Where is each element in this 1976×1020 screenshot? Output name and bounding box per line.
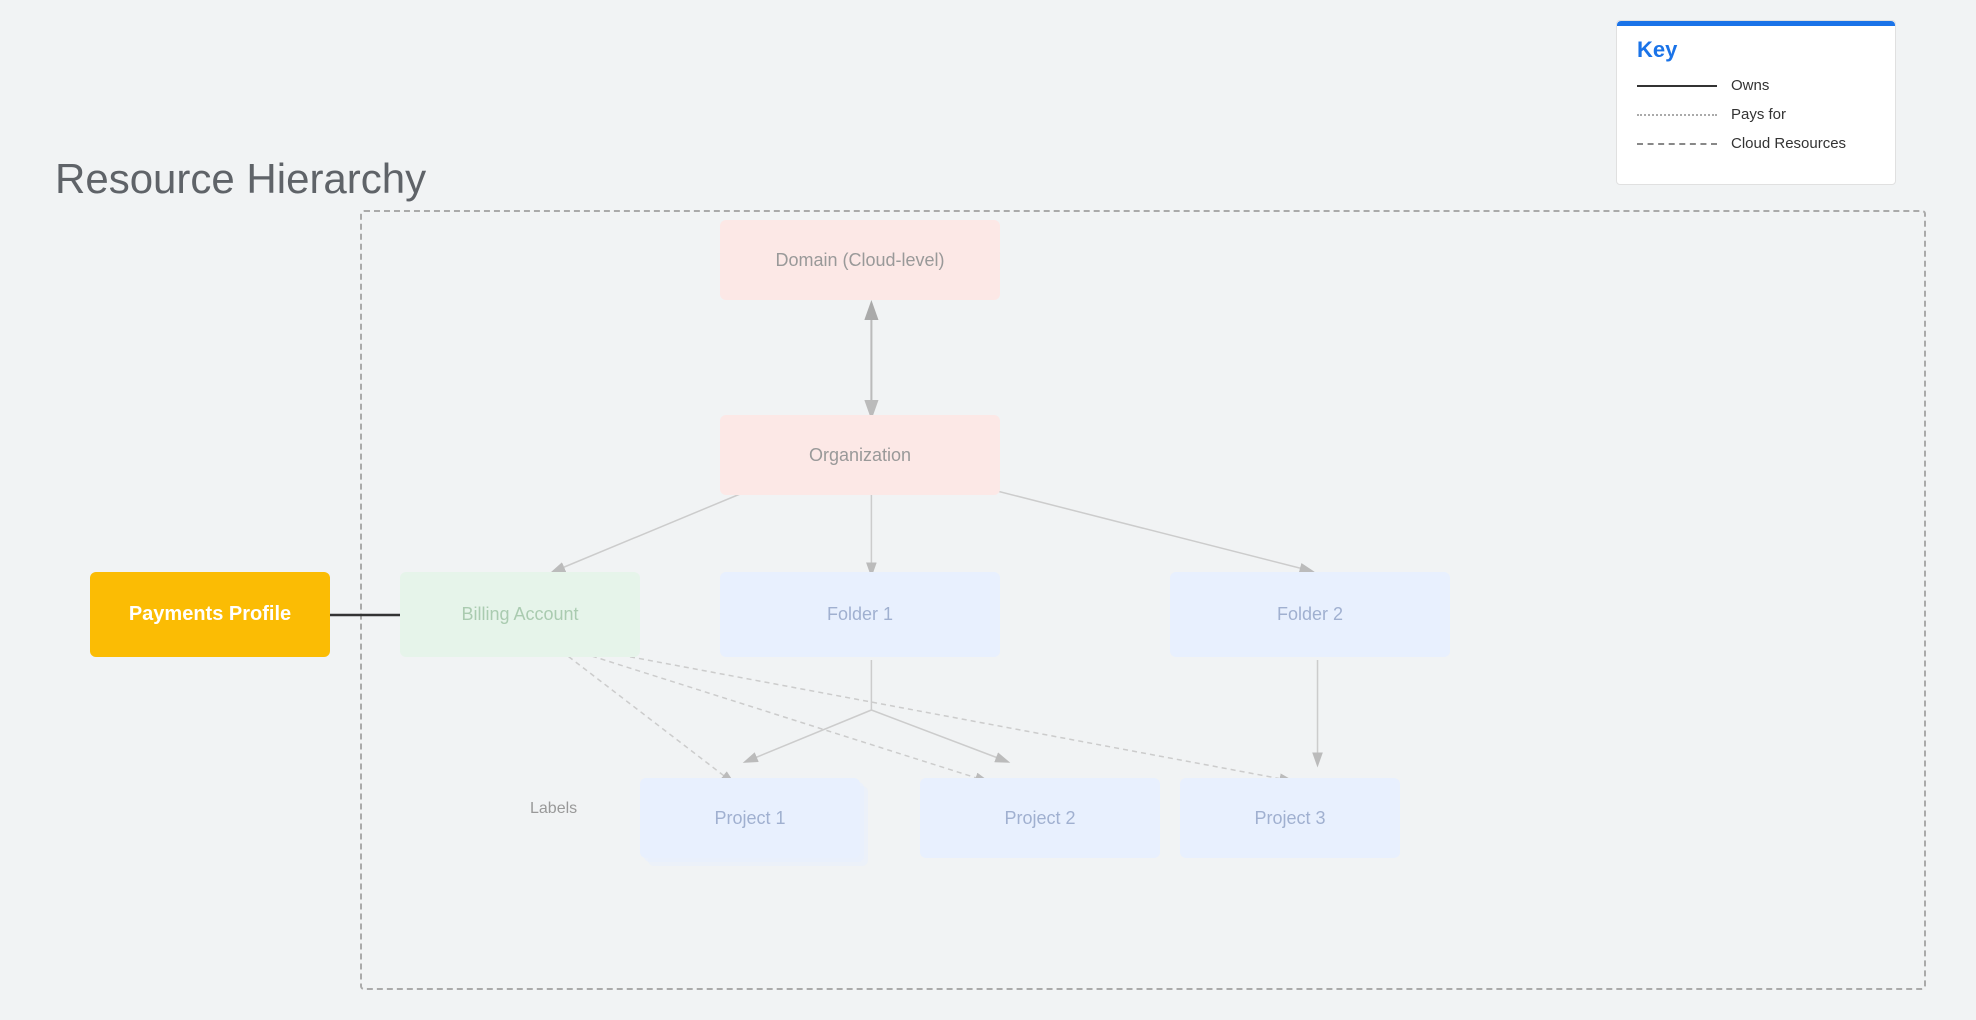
- node-folder1: Folder 1: [720, 572, 1000, 657]
- node-payments-profile: Payments Profile: [90, 572, 330, 657]
- legend-item-pays: Pays for: [1637, 106, 1875, 123]
- node-project2: Project 2: [920, 778, 1160, 858]
- node-project1: Project 1: [640, 778, 860, 858]
- page-title: Resource Hierarchy: [55, 155, 426, 203]
- legend-top-bar: [1617, 21, 1895, 26]
- labels-text: Labels: [530, 800, 577, 818]
- legend-label-cloud: Cloud Resources: [1731, 135, 1846, 152]
- node-project3: Project 3: [1180, 778, 1400, 858]
- node-billing-account: Billing Account: [400, 572, 640, 657]
- legend-line-dashed: [1637, 143, 1717, 145]
- node-domain: Domain (Cloud-level): [720, 220, 1000, 300]
- diagram-container: Domain (Cloud-level) Organization Billin…: [40, 200, 1936, 1000]
- node-organization: Organization: [720, 415, 1000, 495]
- legend-line-solid: [1637, 85, 1717, 87]
- legend-title: Key: [1637, 37, 1875, 63]
- legend-box: Key Owns Pays for Cloud Resources: [1616, 20, 1896, 185]
- legend-label-pays: Pays for: [1731, 106, 1786, 123]
- legend-item-owns: Owns: [1637, 77, 1875, 94]
- legend-label-owns: Owns: [1731, 77, 1769, 94]
- legend-line-dotted: [1637, 114, 1717, 116]
- legend-item-cloud: Cloud Resources: [1637, 135, 1875, 152]
- node-folder2: Folder 2: [1170, 572, 1450, 657]
